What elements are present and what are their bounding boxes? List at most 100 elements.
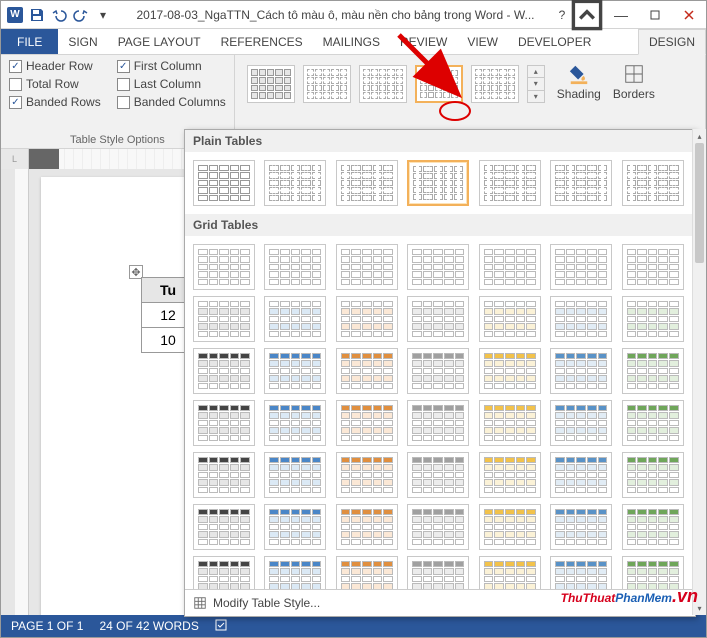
style-option-plain[interactable] xyxy=(550,160,612,206)
style-option-grid[interactable] xyxy=(407,348,469,394)
banded-rows-checkbox[interactable]: ✓Banded Rows xyxy=(9,95,101,109)
spellcheck-icon[interactable] xyxy=(215,618,229,635)
style-option-grid[interactable] xyxy=(622,348,684,394)
tab-references[interactable]: REFERENCES xyxy=(211,29,313,54)
style-option-grid[interactable] xyxy=(622,504,684,550)
style-option-plain[interactable] xyxy=(264,160,326,206)
window-title: 2017-08-03_NgaTTN_Cách tô màu ô, màu nền… xyxy=(117,8,554,22)
style-option-grid[interactable] xyxy=(479,556,541,589)
style-option-grid[interactable] xyxy=(336,400,398,446)
style-option-grid[interactable] xyxy=(264,244,326,290)
style-option-grid[interactable] xyxy=(407,296,469,342)
tab-view[interactable]: VIEW xyxy=(457,29,508,54)
scrollbar-vertical[interactable]: ▴ ▾ xyxy=(692,129,706,615)
style-option-plain[interactable] xyxy=(193,160,255,206)
style-thumb[interactable] xyxy=(303,65,351,103)
minimize-button[interactable]: — xyxy=(604,2,638,28)
tab-table-design[interactable]: DESIGN xyxy=(638,29,706,55)
tab-developer[interactable]: DEVELOPER xyxy=(508,29,601,54)
style-option-grid[interactable] xyxy=(407,244,469,290)
close-button[interactable] xyxy=(672,2,706,28)
style-option-grid[interactable] xyxy=(264,556,326,589)
style-option-grid[interactable] xyxy=(264,452,326,498)
style-thumb[interactable] xyxy=(247,65,295,103)
style-option-grid[interactable] xyxy=(550,504,612,550)
style-option-grid[interactable] xyxy=(336,348,398,394)
word-icon[interactable]: W xyxy=(7,7,23,23)
status-words[interactable]: 24 OF 42 WORDS xyxy=(99,619,198,633)
style-option-grid[interactable] xyxy=(336,504,398,550)
style-option-grid[interactable] xyxy=(193,296,255,342)
status-page[interactable]: PAGE 1 OF 1 xyxy=(11,619,83,633)
style-option-grid[interactable] xyxy=(622,244,684,290)
style-option-grid[interactable] xyxy=(479,296,541,342)
scrollbar-handle[interactable] xyxy=(695,143,704,263)
style-option-grid[interactable] xyxy=(622,452,684,498)
style-option-grid[interactable] xyxy=(622,400,684,446)
style-option-grid[interactable] xyxy=(264,504,326,550)
style-option-grid[interactable] xyxy=(479,244,541,290)
section-plain-tables: Plain Tables xyxy=(185,130,695,152)
style-option-grid[interactable] xyxy=(550,296,612,342)
style-option-grid[interactable] xyxy=(264,400,326,446)
vertical-ruler[interactable] xyxy=(15,169,29,615)
last-column-checkbox[interactable]: Last Column xyxy=(117,77,226,91)
style-option-grid[interactable] xyxy=(193,244,255,290)
first-column-checkbox[interactable]: ✓First Column xyxy=(117,59,226,73)
style-option-grid[interactable] xyxy=(479,400,541,446)
help-button[interactable]: ? xyxy=(554,7,570,23)
qat-more[interactable]: ▾ xyxy=(95,7,111,23)
grid-tables-grid xyxy=(185,236,695,589)
style-option-grid[interactable] xyxy=(264,296,326,342)
style-option-plain[interactable] xyxy=(336,160,398,206)
style-option-grid[interactable] xyxy=(193,348,255,394)
table-styles-gallery: ▴▾▾ xyxy=(241,61,551,107)
tab-mailings[interactable]: MAILINGS xyxy=(313,29,390,54)
borders-button[interactable]: Borders xyxy=(607,61,661,103)
statusbar: PAGE 1 OF 1 24 OF 42 WORDS xyxy=(1,615,706,637)
tab-page-layout[interactable]: PAGE LAYOUT xyxy=(108,29,211,54)
style-option-grid[interactable] xyxy=(407,504,469,550)
style-option-grid[interactable] xyxy=(479,348,541,394)
ribbon-tabs: FILE SIGN PAGE LAYOUT REFERENCES MAILING… xyxy=(1,29,706,55)
style-option-plain[interactable] xyxy=(622,160,684,206)
style-thumb-selected[interactable] xyxy=(415,65,463,103)
style-option-plain[interactable] xyxy=(479,160,541,206)
save-button[interactable] xyxy=(29,7,45,23)
style-option-grid[interactable] xyxy=(407,400,469,446)
file-tab[interactable]: FILE xyxy=(1,29,58,54)
style-thumb[interactable] xyxy=(471,65,519,103)
gallery-more-button[interactable]: ▴▾▾ xyxy=(527,65,545,103)
style-option-grid[interactable] xyxy=(407,452,469,498)
style-thumb[interactable] xyxy=(359,65,407,103)
ribbon-collapse-button[interactable] xyxy=(570,2,604,28)
style-option-grid[interactable] xyxy=(336,556,398,589)
style-option-grid[interactable] xyxy=(479,504,541,550)
redo-button[interactable] xyxy=(73,7,89,23)
style-option-grid[interactable] xyxy=(193,556,255,589)
style-option-grid[interactable] xyxy=(264,348,326,394)
banded-columns-checkbox[interactable]: Banded Columns xyxy=(117,95,226,109)
style-option-grid[interactable] xyxy=(550,244,612,290)
style-option-plain[interactable] xyxy=(407,160,469,206)
style-option-grid[interactable] xyxy=(622,296,684,342)
style-option-grid[interactable] xyxy=(407,556,469,589)
style-option-grid[interactable] xyxy=(193,452,255,498)
style-option-grid[interactable] xyxy=(336,244,398,290)
style-option-grid[interactable] xyxy=(193,504,255,550)
style-option-grid[interactable] xyxy=(336,296,398,342)
style-option-grid[interactable] xyxy=(193,400,255,446)
header-row-checkbox[interactable]: ✓Header Row xyxy=(9,59,101,73)
maximize-button[interactable] xyxy=(638,2,672,28)
undo-button[interactable] xyxy=(51,7,67,23)
total-row-checkbox[interactable]: Total Row xyxy=(9,77,101,91)
style-option-grid[interactable] xyxy=(550,348,612,394)
style-option-grid[interactable] xyxy=(479,452,541,498)
style-option-grid[interactable] xyxy=(550,400,612,446)
table-styles-dropdown: Plain Tables Grid Tables Modify Table St… xyxy=(184,129,696,617)
style-option-grid[interactable] xyxy=(550,452,612,498)
shading-button[interactable]: Shading xyxy=(551,61,607,103)
tab-review[interactable]: REVIEW xyxy=(390,29,457,54)
tab-design-doc[interactable]: SIGN xyxy=(58,29,107,54)
style-option-grid[interactable] xyxy=(336,452,398,498)
